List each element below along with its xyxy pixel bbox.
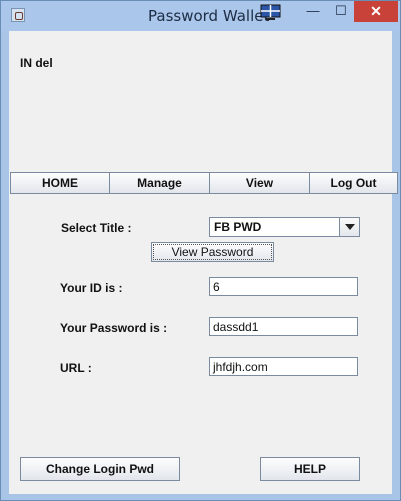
select-title-value: FB PWD (214, 220, 262, 234)
password-field[interactable]: dassdd1 (209, 317, 358, 336)
logout-button[interactable]: Log Out (309, 172, 398, 194)
minimize-button[interactable]: — (299, 1, 327, 22)
id-field[interactable]: 6 (209, 277, 358, 296)
password-label: Your Password is : (60, 321, 168, 335)
change-login-password-button[interactable]: Change Login Pwd (20, 457, 180, 481)
select-title-label: Select Title : (61, 221, 132, 235)
id-label: Your ID is : (60, 281, 123, 295)
maximize-button[interactable]: ☐ (327, 1, 355, 22)
home-button[interactable]: HOME (10, 172, 110, 194)
app-window: Password Wallet — ☐ ✕ IN del HOME Manage… (0, 0, 401, 501)
monitor-icon (260, 4, 281, 20)
view-password-button[interactable]: View Password (151, 242, 274, 262)
chevron-down-icon[interactable] (339, 218, 359, 236)
header-label: IN del (20, 56, 53, 70)
app-icon (11, 8, 25, 22)
manage-button[interactable]: Manage (109, 172, 210, 194)
content-panel: IN del HOME Manage View Log Out Select T… (9, 31, 398, 494)
title-bar[interactable]: Password Wallet — ☐ ✕ (1, 1, 400, 31)
url-field[interactable]: jhfdjh.com (209, 357, 358, 376)
select-title-dropdown[interactable]: FB PWD (209, 217, 360, 237)
close-button[interactable]: ✕ (354, 1, 398, 22)
url-label: URL : (60, 361, 92, 375)
view-button[interactable]: View (209, 172, 310, 194)
help-button[interactable]: HELP (260, 457, 360, 481)
main-menu: HOME Manage View Log Out (10, 172, 401, 194)
window-title: Password Wallet (148, 7, 270, 25)
